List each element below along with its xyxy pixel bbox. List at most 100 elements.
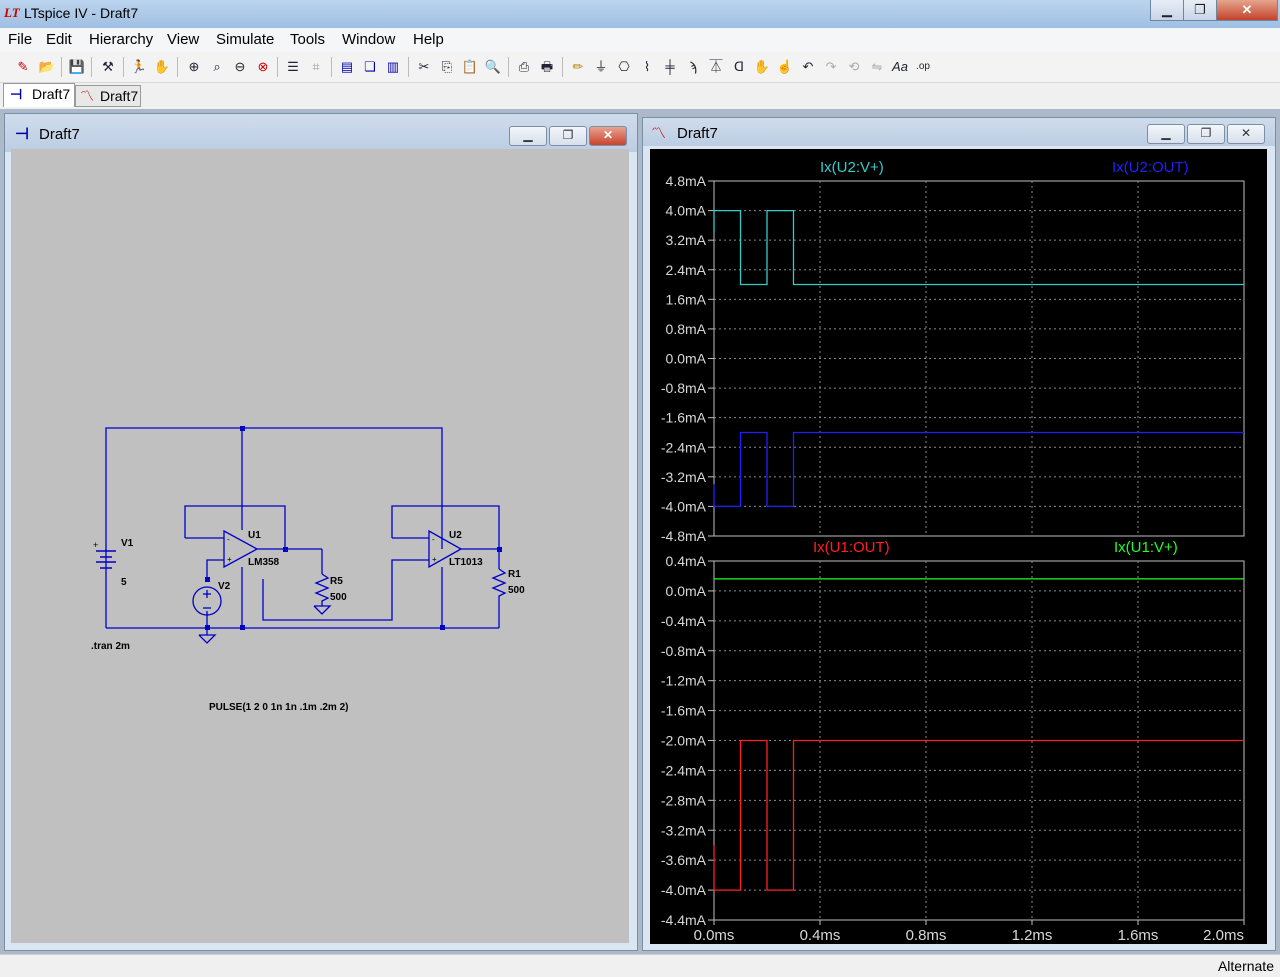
schematic-canvas[interactable]: + V1 5 V2 - + U1 LM358 R5 500 - + U2 LT1… bbox=[11, 149, 629, 943]
y-tick-label: -4.4mA bbox=[661, 912, 707, 928]
pulse-spec[interactable]: PULSE(1 2 0 1n 1n .1m .2m 2) bbox=[209, 702, 349, 713]
schematic-window-title: Draft7 bbox=[39, 126, 80, 143]
fft-icon[interactable]: ⌗ bbox=[307, 58, 325, 76]
label-net-icon[interactable]: ⎔ bbox=[615, 58, 633, 76]
cut-icon[interactable]: ✂ bbox=[415, 58, 433, 76]
tab-label: Draft7 bbox=[32, 86, 71, 102]
tran-directive[interactable]: .tran 2m bbox=[91, 641, 130, 652]
y-tick-label: -3.6mA bbox=[661, 852, 707, 868]
y-tick-label: -2.4mA bbox=[661, 762, 707, 778]
y-tick-label: -0.8mA bbox=[661, 380, 707, 396]
spice-directive-icon[interactable]: .op bbox=[914, 58, 932, 76]
schematic-icon: ⊣ bbox=[10, 86, 23, 102]
control-panel-icon[interactable]: ⚒ bbox=[99, 58, 117, 76]
menu-simulate[interactable]: Simulate bbox=[216, 31, 274, 48]
svg-text:-: - bbox=[227, 535, 230, 544]
zoom-fit-icon[interactable]: ⊗ bbox=[254, 58, 272, 76]
waveform-close-button[interactable]: ✕ bbox=[1227, 124, 1265, 144]
copy-icon[interactable]: ⎘ bbox=[438, 58, 456, 76]
menu-help[interactable]: Help bbox=[413, 31, 444, 48]
zoom-out-icon[interactable]: ⊖ bbox=[231, 58, 249, 76]
maximize-button[interactable]: ❐ bbox=[1183, 0, 1217, 21]
schematic-close-button[interactable]: ✕ bbox=[589, 126, 627, 146]
zoom-in-icon[interactable]: ⊕ bbox=[185, 58, 203, 76]
y-tick-label: -0.8mA bbox=[661, 643, 707, 659]
y-tick-label: -2.4mA bbox=[661, 439, 707, 455]
tab-bar: ⊣ Draft7 〽 Draft7 bbox=[0, 83, 1280, 108]
schematic-window-titlebar[interactable]: ⊣ Draft7 ▁ ❐ ✕ bbox=[5, 114, 637, 152]
x-tick-label: 1.2ms bbox=[1012, 927, 1053, 944]
y-tick-label: -3.2mA bbox=[661, 822, 707, 838]
rotate-icon[interactable]: ⟲ bbox=[845, 58, 863, 76]
drag-icon[interactable]: ☝ bbox=[776, 58, 794, 76]
autorange-icon[interactable]: ☰ bbox=[284, 58, 302, 76]
inductor-icon[interactable]: ϡ bbox=[684, 58, 702, 76]
legend-ix-u1-out-: Ix(U1:OUT) bbox=[813, 539, 890, 556]
text-icon[interactable]: Aa bbox=[891, 58, 909, 76]
y-tick-label: -4.8mA bbox=[661, 528, 707, 544]
u2-model: LT1013 bbox=[449, 557, 483, 568]
run-icon[interactable]: 🏃 bbox=[130, 58, 148, 76]
halt-icon[interactable]: ✋ bbox=[153, 58, 171, 76]
waveform-window-titlebar[interactable]: 〽 Draft7 ▁ ❐ ✕ bbox=[643, 118, 1275, 146]
schematic-maximize-button[interactable]: ❐ bbox=[549, 126, 587, 146]
move-icon[interactable]: ✋ bbox=[753, 58, 771, 76]
y-tick-label: -1.6mA bbox=[661, 410, 707, 426]
new-schematic-icon[interactable]: ✎ bbox=[14, 58, 32, 76]
pan-icon[interactable]: ⌕ bbox=[208, 58, 226, 76]
minimize-button[interactable]: ▁ bbox=[1150, 0, 1184, 21]
y-tick-label: -0.4mA bbox=[661, 613, 707, 629]
schematic-icon: ⊣ bbox=[15, 126, 29, 143]
r1-value: 500 bbox=[508, 585, 525, 596]
waveform-window[interactable]: 〽 Draft7 ▁ ❐ ✕ 4.8mA 4.0mA 3.2mA 2.4mA 1.6mA… bbox=[642, 117, 1276, 951]
menu-tools[interactable]: Tools bbox=[290, 31, 325, 48]
tab-label: Draft7 bbox=[100, 88, 139, 104]
undo-icon[interactable]: ↶ bbox=[799, 58, 817, 76]
menu-file[interactable]: File bbox=[8, 31, 32, 48]
paste-icon[interactable]: 📋 bbox=[461, 58, 479, 76]
print-icon[interactable]: 🖶 bbox=[538, 58, 556, 76]
menu-hierarchy[interactable]: Hierarchy bbox=[89, 31, 153, 48]
y-tick-label: 0.0mA bbox=[666, 583, 707, 599]
svg-text:+: + bbox=[227, 555, 232, 564]
schematic-window[interactable]: ⊣ Draft7 ▁ ❐ ✕ + V1 5 V2 - + U1 LM358 R5… bbox=[4, 113, 638, 951]
waveform-plot-area[interactable]: 4.8mA 4.0mA 3.2mA 2.4mA 1.6mA 0.8mA 0.0mA -0.8m… bbox=[650, 149, 1267, 944]
close-button[interactable]: ✕ bbox=[1216, 0, 1278, 21]
menu-view[interactable]: View bbox=[167, 31, 199, 48]
y-tick-label: 4.0mA bbox=[666, 203, 707, 219]
print-setup-icon[interactable]: ⎙ bbox=[515, 58, 533, 76]
component-icon[interactable]: ᗡ bbox=[730, 58, 748, 76]
mirror-icon[interactable]: ⇋ bbox=[868, 58, 886, 76]
open-icon[interactable]: 📂 bbox=[38, 58, 56, 76]
menu-window[interactable]: Window bbox=[342, 31, 395, 48]
x-tick-label: 0.0ms bbox=[694, 927, 735, 944]
diode-icon[interactable]: ⏄ bbox=[707, 58, 725, 76]
save-icon[interactable]: 💾 bbox=[68, 58, 86, 76]
tile-horizontal-icon[interactable]: ▤ bbox=[338, 58, 356, 76]
y-tick-label: 3.2mA bbox=[666, 232, 707, 248]
legend-ix-u1-v-: Ix(U1:V+) bbox=[1114, 539, 1178, 556]
svg-text:+: + bbox=[93, 540, 98, 550]
window-title: LTspice IV - Draft7 bbox=[24, 5, 139, 21]
x-tick-label: 2.0ms bbox=[1203, 927, 1244, 944]
waveform-icon: 〽 bbox=[651, 125, 667, 142]
schematic-minimize-button[interactable]: ▁ bbox=[509, 126, 547, 146]
v1-label: V1 bbox=[121, 538, 134, 549]
cascade-icon[interactable]: ❏ bbox=[361, 58, 379, 76]
legend-ix-u2-out-: Ix(U2:OUT) bbox=[1112, 159, 1189, 176]
capacitor-icon[interactable]: ╪ bbox=[661, 58, 679, 76]
redo-icon[interactable]: ↷ bbox=[822, 58, 840, 76]
waveform-minimize-button[interactable]: ▁ bbox=[1147, 124, 1185, 144]
find-icon[interactable]: 🔍 bbox=[484, 58, 502, 76]
ground-icon[interactable]: ⏚ bbox=[592, 58, 610, 76]
tab-schematic[interactable]: ⊣ Draft7 bbox=[3, 83, 75, 107]
tab-waveform[interactable]: 〽 Draft7 bbox=[75, 85, 141, 107]
mdi-client-area: ⊣ Draft7 ▁ ❐ ✕ + V1 5 V2 - + U1 LM358 R5… bbox=[0, 109, 1280, 954]
tile-vertical-icon[interactable]: ▥ bbox=[384, 58, 402, 76]
waveform-window-title: Draft7 bbox=[677, 125, 718, 142]
y-tick-label: -3.2mA bbox=[661, 469, 707, 485]
wire-icon[interactable]: ✏ bbox=[569, 58, 587, 76]
menu-edit[interactable]: Edit bbox=[46, 31, 72, 48]
resistor-icon[interactable]: ⌇ bbox=[638, 58, 656, 76]
waveform-maximize-button[interactable]: ❐ bbox=[1187, 124, 1225, 144]
